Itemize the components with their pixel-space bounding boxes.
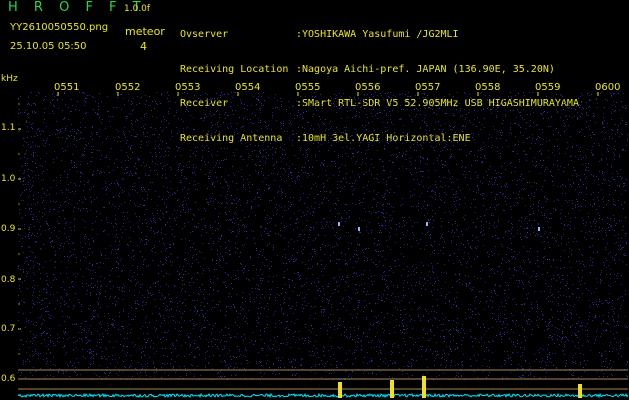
spectrum-baseline (18, 392, 628, 399)
observer-value: :YOSHIKAWA Yasufumi /JG2MLI (296, 29, 459, 40)
meteor-count-value: 4 (140, 40, 147, 53)
freq-label-0-6: 0.6 (1, 374, 16, 384)
noise-dots (18, 92, 628, 380)
meteor-echo (358, 227, 360, 231)
location-value: :Nagoya Aichi-pref. JAPAN (136.90E, 35.2… (296, 63, 555, 75)
image-filename: YY2610050550.png (10, 22, 109, 33)
freq-label-1-1: 1.1 (1, 123, 16, 133)
meteor-echo (426, 222, 428, 226)
guide-lines (18, 369, 628, 390)
app-version: 1.0.0f (124, 4, 151, 14)
frequency-unit-label: kHz (1, 74, 18, 84)
freq-label-0-9: 0.9 (1, 224, 16, 234)
spectrum-peak (390, 380, 394, 398)
spectrum-peak (338, 382, 342, 398)
observer-label: Ovserver (180, 29, 229, 40)
freq-label-0-8: 0.8 (1, 275, 16, 285)
spectrogram-panel (18, 92, 628, 399)
meteor-count-label: meteor (125, 25, 165, 38)
meteor-echo (338, 222, 340, 226)
meteor-echo (538, 227, 540, 231)
capture-datetime: 25.10.05 05:50 (10, 41, 87, 52)
meteor-echoes (338, 222, 540, 231)
spectrum-peak (422, 376, 426, 398)
hrofft-window: H R O F F T 1.0.0f YY2610050550.png 25.1… (0, 0, 629, 400)
spectrogram-noise (18, 92, 628, 380)
freq-label-0-7: 0.7 (1, 324, 16, 334)
location-label: Receiving Location (180, 63, 289, 75)
noise-dots-bright (18, 92, 628, 380)
spectrum-peak (578, 384, 582, 398)
axis-ticks (18, 92, 599, 380)
freq-label-1-0: 1.0 (1, 174, 16, 184)
